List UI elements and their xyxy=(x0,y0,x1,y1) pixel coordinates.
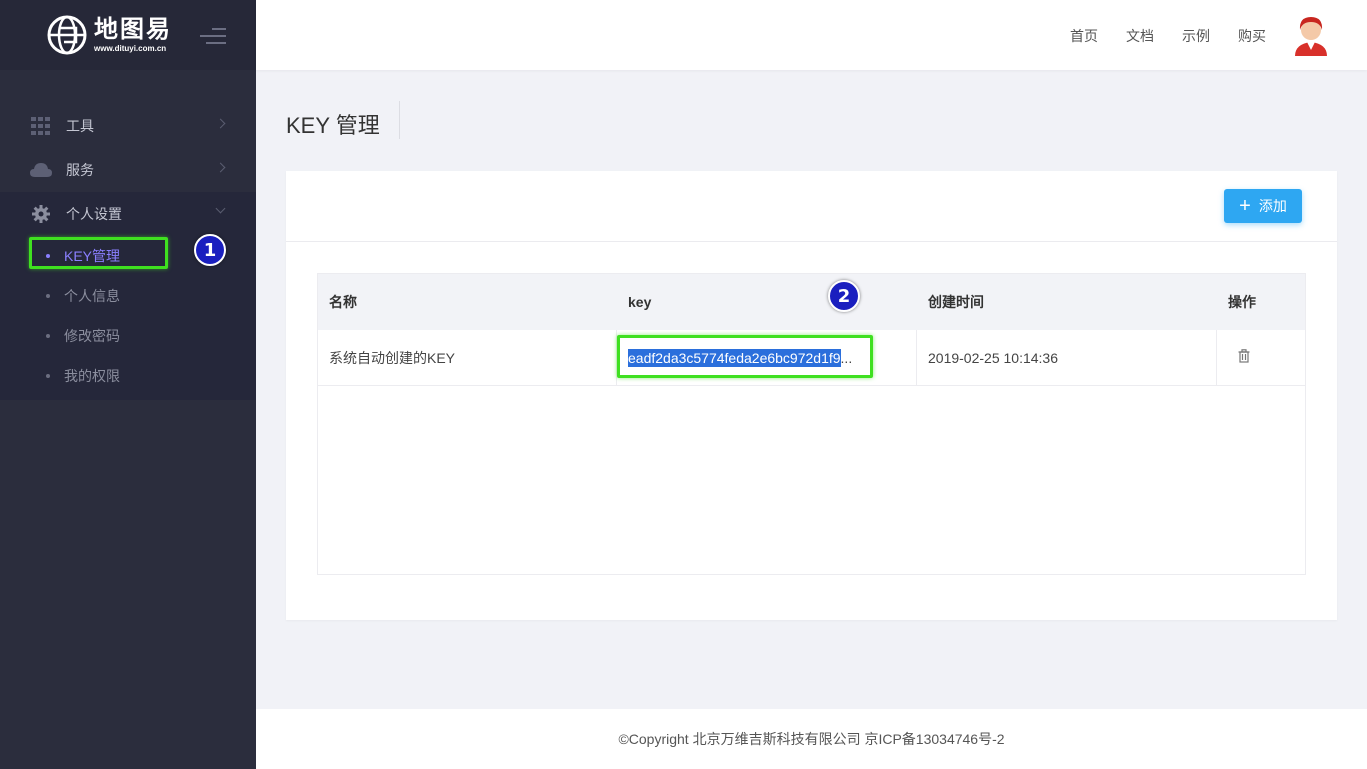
sidebar: 地图易 www.dituyi.com.cn 工具 服务 个人设置 KEY管理 个… xyxy=(0,0,256,769)
submenu-item-my-permissions[interactable]: 我的权限 xyxy=(0,356,256,396)
highlight-box-key-management xyxy=(29,237,168,269)
top-header: 首页 文档 示例 购买 xyxy=(256,0,1367,70)
footer: ©Copyright 北京万维吉斯科技有限公司 京ICP备13034746号-2 xyxy=(256,709,1367,769)
nav-home[interactable]: 首页 xyxy=(1070,26,1098,46)
title-divider xyxy=(399,101,400,139)
submenu-item-label: 我的权限 xyxy=(64,368,120,384)
sidebar-item-label: 工具 xyxy=(66,118,94,134)
column-divider xyxy=(916,330,917,386)
card-header: + 添加 xyxy=(286,171,1337,242)
bullet-icon xyxy=(46,294,50,298)
sidebar-item-personal-settings[interactable]: 个人设置 xyxy=(0,192,256,236)
plus-icon: + xyxy=(1239,195,1251,217)
cloud-icon xyxy=(30,160,52,180)
logo-bar: 地图易 www.dituyi.com.cn xyxy=(0,0,256,70)
column-header-created: 创建时间 xyxy=(928,294,984,310)
bullet-icon xyxy=(46,334,50,338)
column-header-name: 名称 xyxy=(329,294,357,310)
chevron-right-icon xyxy=(215,162,226,173)
step-badge-2: 2 xyxy=(828,280,860,312)
table-header: 名称 key 创建时间 操作 xyxy=(318,274,1305,330)
submenu-item-label: 个人信息 xyxy=(64,288,120,304)
chevron-right-icon xyxy=(215,118,226,129)
top-nav: 首页 文档 示例 购买 xyxy=(1042,26,1266,46)
logo-name: 地图易 xyxy=(94,15,172,43)
key-table: 名称 key 创建时间 操作 系统自动创建的KEY eadf2da3c5774f… xyxy=(317,273,1306,575)
column-divider xyxy=(1216,330,1217,386)
submenu-item-label: 修改密码 xyxy=(64,328,120,344)
nav-examples[interactable]: 示例 xyxy=(1182,26,1210,46)
sidebar-item-services[interactable]: 服务 xyxy=(0,148,256,192)
highlight-box-key xyxy=(617,335,873,378)
menu-toggle-icon[interactable] xyxy=(200,28,226,49)
globe-logo-icon xyxy=(47,15,87,55)
nav-buy[interactable]: 购买 xyxy=(1238,26,1266,46)
column-header-key: key xyxy=(628,294,652,310)
logo-url: www.dituyi.com.cn xyxy=(94,43,167,53)
chevron-down-icon xyxy=(215,203,226,214)
sidebar-item-label: 个人设置 xyxy=(66,206,122,222)
logo-text: 地图易 www.dituyi.com.cn xyxy=(94,15,172,53)
cell-created: 2019-02-25 10:14:36 xyxy=(928,349,1058,366)
grid-icon xyxy=(30,116,52,136)
submenu-item-change-password[interactable]: 修改密码 xyxy=(0,316,256,356)
trash-icon[interactable] xyxy=(1238,349,1250,366)
sidebar-item-label: 服务 xyxy=(66,162,94,178)
nav-docs[interactable]: 文档 xyxy=(1126,26,1154,46)
sidebar-group-personal: 个人设置 KEY管理 个人信息 修改密码 我的权限 xyxy=(0,192,256,400)
user-avatar[interactable] xyxy=(1291,14,1331,56)
copyright-text: ©Copyright 北京万维吉斯科技有限公司 京ICP备13034746号-2 xyxy=(618,731,1005,747)
add-button-label: 添加 xyxy=(1258,198,1287,214)
key-card: + 添加 名称 key 创建时间 操作 系统自动创建的KEY eadf2da3c… xyxy=(286,171,1337,620)
cell-name: 系统自动创建的KEY xyxy=(329,349,456,366)
sidebar-item-tools[interactable]: 工具 xyxy=(0,104,256,148)
step-badge-1: 1 xyxy=(194,234,226,266)
column-header-actions: 操作 xyxy=(1228,294,1256,310)
bullet-icon xyxy=(46,374,50,378)
add-button[interactable]: + 添加 xyxy=(1224,189,1302,223)
page-title: KEY 管理 xyxy=(286,113,380,138)
gear-icon xyxy=(30,204,52,224)
submenu-item-personal-info[interactable]: 个人信息 xyxy=(0,276,256,316)
